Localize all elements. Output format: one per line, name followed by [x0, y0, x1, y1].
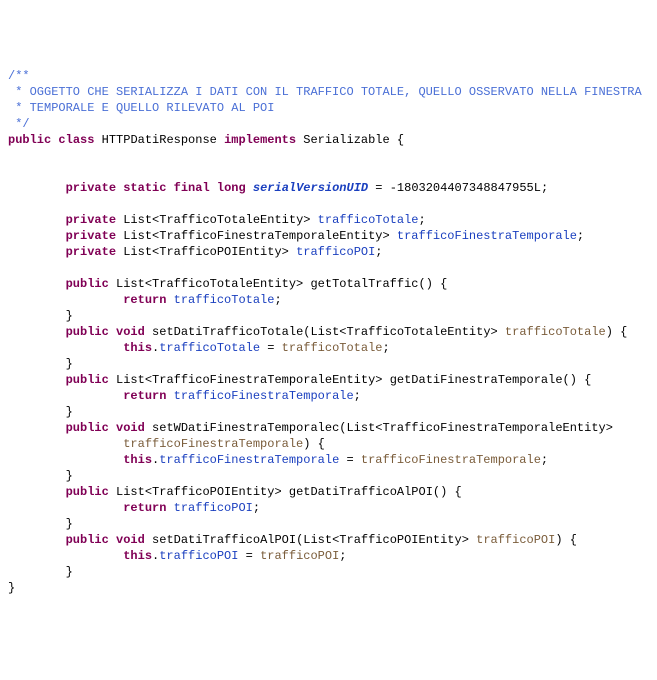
return-type: List<TrafficoTotaleEntity>: [116, 277, 303, 291]
interface-name: Serializable: [303, 133, 389, 147]
javadoc-line: * OGGETTO CHE SERIALIZZA I DATI CON IL T…: [8, 85, 642, 99]
code-block: /** * OGGETTO CHE SERIALIZZA I DATI CON …: [8, 68, 649, 596]
keyword-public: public: [66, 277, 109, 291]
keyword-this: this: [123, 549, 152, 563]
type-tt: List<TrafficoTotaleEntity>: [123, 213, 310, 227]
keyword-implements: implements: [224, 133, 296, 147]
field-ref: trafficoPOI: [159, 549, 238, 563]
param-name: trafficoFinestraTemporale: [123, 437, 303, 451]
keyword-static: static: [123, 181, 166, 195]
suid-value: -1803204407348847955L: [390, 181, 541, 195]
param-name: trafficoPOI: [476, 533, 555, 547]
param-ref: trafficoTotale: [282, 341, 383, 355]
javadoc-line: */: [8, 117, 30, 131]
param-type: List<TrafficoPOIEntity>: [303, 533, 469, 547]
method-name: setDatiTrafficoTotale: [152, 325, 303, 339]
method-name: getTotalTraffic: [310, 277, 418, 291]
keyword-this: this: [123, 453, 152, 467]
method-name: setWDatiFinestraTemporalec: [152, 421, 339, 435]
javadoc-line: * TEMPORALE E QUELLO RILEVATO AL POI: [8, 101, 274, 115]
keyword-private: private: [66, 213, 116, 227]
param-type: List<TrafficoFinestraTemporaleEntity>: [346, 421, 612, 435]
keyword-return: return: [123, 501, 166, 515]
keyword-return: return: [123, 389, 166, 403]
field-ref: trafficoTotale: [159, 341, 260, 355]
javadoc-line: /**: [8, 69, 30, 83]
keyword-this: this: [123, 341, 152, 355]
param-ref: trafficoFinestraTemporale: [361, 453, 541, 467]
keyword-public: public: [66, 373, 109, 387]
field-tpoi: trafficoPOI: [296, 245, 375, 259]
return-type: List<TrafficoFinestraTemporaleEntity>: [116, 373, 382, 387]
field-tt: trafficoTotale: [318, 213, 419, 227]
field-ref: trafficoTotale: [174, 293, 275, 307]
keyword-private: private: [66, 245, 116, 259]
param-ref: trafficoPOI: [260, 549, 339, 563]
keyword-public: public: [66, 421, 109, 435]
field-tft: trafficoFinestraTemporale: [397, 229, 577, 243]
field-ref: trafficoFinestraTemporale: [174, 389, 354, 403]
keyword-public: public: [66, 485, 109, 499]
keyword-return: return: [123, 293, 166, 307]
keyword-final: final: [174, 181, 210, 195]
keyword-private: private: [66, 229, 116, 243]
method-name: setDatiTrafficoAlPOI: [152, 533, 296, 547]
field-serialversionuid: serialVersionUID: [253, 181, 368, 195]
keyword-public: public: [66, 533, 109, 547]
method-name: getDatiTrafficoAlPOI: [289, 485, 433, 499]
keyword-void: void: [116, 421, 145, 435]
type-tft: List<TrafficoFinestraTemporaleEntity>: [123, 229, 389, 243]
keyword-void: void: [116, 533, 145, 547]
keyword-void: void: [116, 325, 145, 339]
keyword-class: class: [58, 133, 94, 147]
return-type: List<TrafficoPOIEntity>: [116, 485, 282, 499]
keyword-public: public: [66, 325, 109, 339]
param-name: trafficoTotale: [505, 325, 606, 339]
type-tpoi: List<TrafficoPOIEntity>: [123, 245, 289, 259]
keyword-long: long: [217, 181, 246, 195]
method-name: getDatiFinestraTemporale: [390, 373, 563, 387]
field-ref: trafficoPOI: [174, 501, 253, 515]
keyword-public: public: [8, 133, 51, 147]
param-type: List<TrafficoTotaleEntity>: [310, 325, 497, 339]
class-name: HTTPDatiResponse: [102, 133, 217, 147]
keyword-private: private: [66, 181, 116, 195]
field-ref: trafficoFinestraTemporale: [159, 453, 339, 467]
